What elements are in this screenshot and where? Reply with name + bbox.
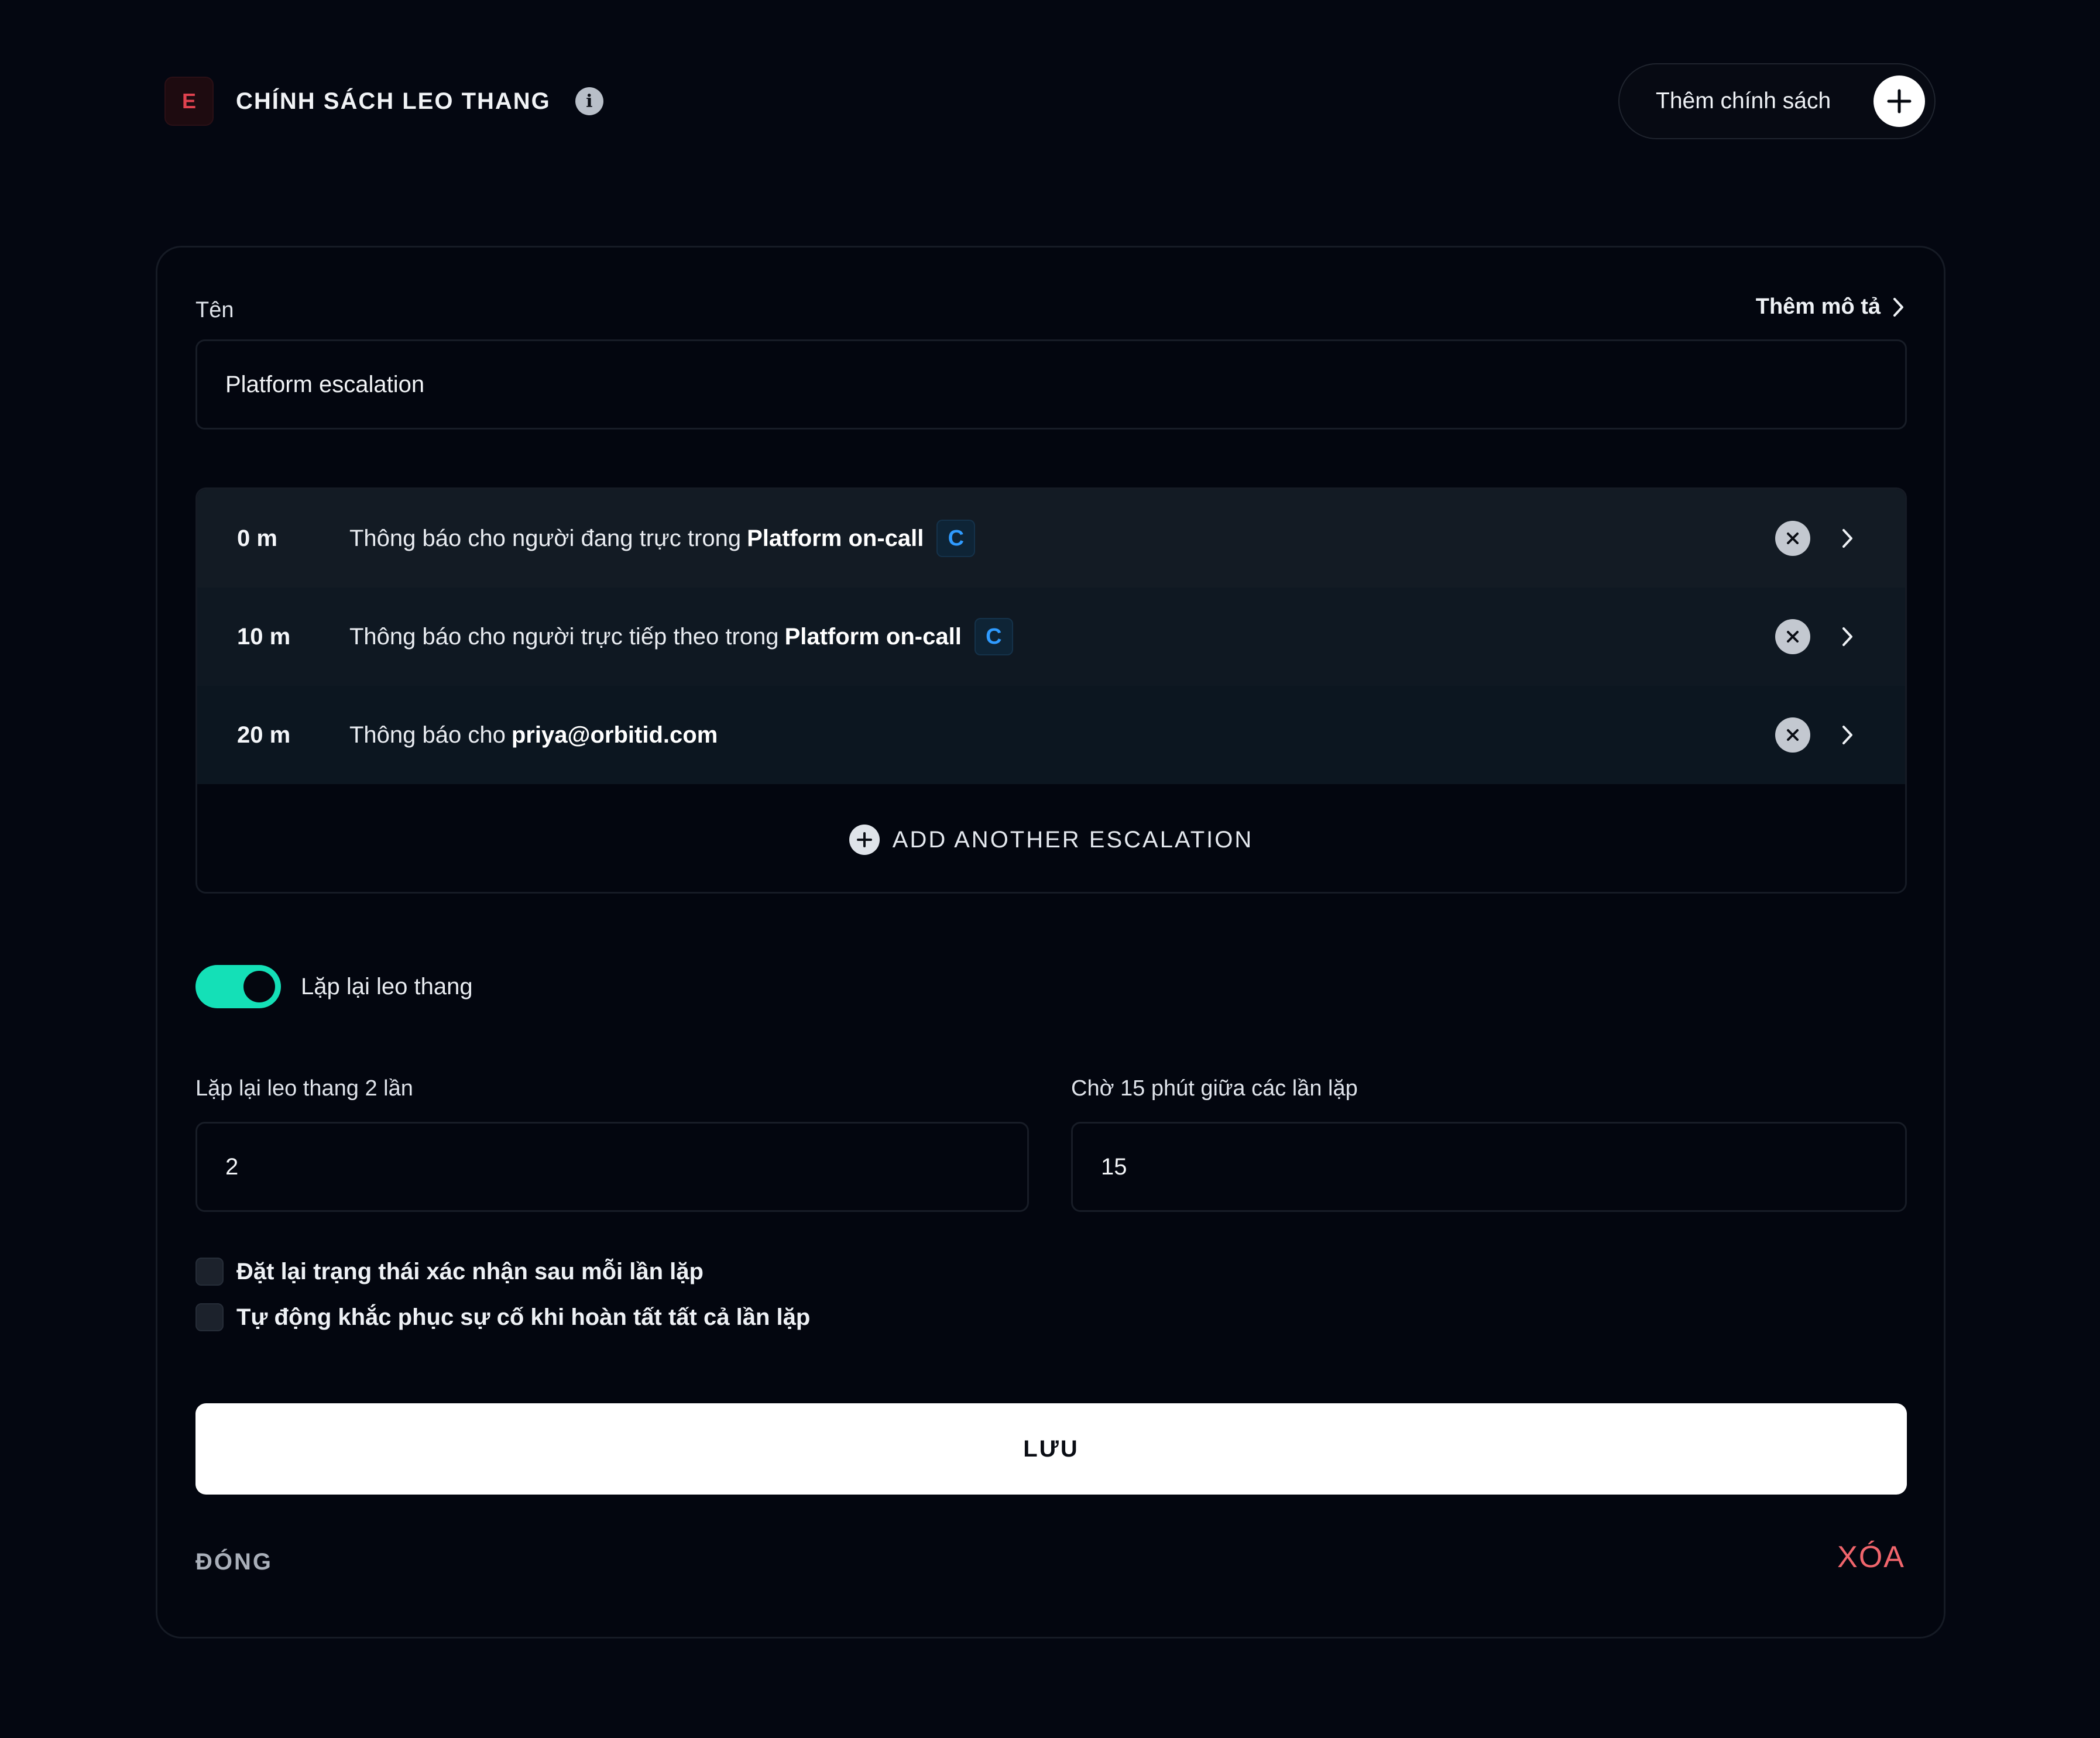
save-button[interactable]: LƯU: [195, 1403, 1907, 1495]
name-label: Tên: [195, 298, 234, 322]
escalation-step[interactable]: 0 m Thông báo cho người đang trực trong …: [197, 489, 1905, 588]
auto-resolve-label: Tự động khắc phục sự cố khi hoàn tất tất…: [236, 1304, 811, 1330]
close-circle-icon[interactable]: [1775, 717, 1810, 753]
app-logo: E: [164, 77, 214, 126]
escalation-action: Thông báo cho người trực tiếp theo trong: [349, 623, 779, 650]
repeat-toggle-row: Lặp lại leo thang: [195, 965, 473, 1008]
escalation-delay: 10 m: [237, 623, 291, 650]
page-title: CHÍNH SÁCH LEO THANG: [236, 88, 551, 114]
escalation-policy-page: E CHÍNH SÁCH LEO THANG i Thêm chính sách…: [0, 0, 2100, 1738]
escalation-step[interactable]: 10 m Thông báo cho người trực tiếp theo …: [197, 588, 1905, 686]
header-title-group: E CHÍNH SÁCH LEO THANG i: [164, 77, 603, 126]
repeat-toggle-label: Lặp lại leo thang: [301, 973, 473, 999]
plus-circle-icon: [849, 825, 880, 855]
reset-ack-option[interactable]: Đặt lại trạng thái xác nhận sau mỗi lần …: [195, 1258, 704, 1286]
add-escalation-label: ADD ANOTHER ESCALATION: [892, 826, 1254, 853]
plus-icon: [1873, 75, 1925, 127]
chevron-right-icon[interactable]: [1836, 619, 1859, 654]
escalation-target: Platform on-call: [747, 525, 924, 551]
escalation-description: Thông báo cho priya@orbitid.com: [349, 722, 718, 748]
auto-resolve-option[interactable]: Tự động khắc phục sự cố khi hoàn tất tất…: [195, 1303, 810, 1331]
toggle-knob: [243, 971, 275, 1002]
page-header: E CHÍNH SÁCH LEO THANG i Thêm chính sách: [164, 63, 1936, 139]
add-policy-button[interactable]: Thêm chính sách: [1618, 63, 1936, 139]
escalation-delay: 0 m: [237, 525, 277, 551]
escalation-list: 0 m Thông báo cho người đang trực trong …: [195, 487, 1907, 894]
close-button[interactable]: ĐÓNG: [195, 1549, 273, 1575]
schedule-badge: C: [974, 618, 1013, 655]
escalation-action: Thông báo cho: [349, 722, 506, 748]
reset-ack-label: Đặt lại trạng thái xác nhận sau mỗi lần …: [236, 1258, 704, 1284]
escalation-action: Thông báo cho người đang trực trong: [349, 525, 742, 551]
policy-name-input[interactable]: Platform escalation: [195, 339, 1907, 430]
repeat-count-input[interactable]: 2: [195, 1122, 1029, 1212]
auto-resolve-checkbox[interactable]: [195, 1303, 224, 1331]
schedule-badge: C: [936, 520, 976, 557]
chevron-right-icon[interactable]: [1836, 717, 1859, 753]
escalation-target: priya@orbitid.com: [511, 722, 718, 748]
close-circle-icon[interactable]: [1775, 619, 1810, 654]
wait-interval-label: Chờ 15 phút giữa các lần lặp: [1071, 1076, 1358, 1101]
reset-ack-checkbox[interactable]: [195, 1258, 224, 1286]
wait-interval-input[interactable]: 15: [1071, 1122, 1907, 1212]
delete-button[interactable]: XÓA: [1837, 1540, 1905, 1575]
chevron-right-icon[interactable]: [1836, 521, 1859, 556]
repeat-count-label: Lặp lại leo thang 2 lần: [195, 1076, 413, 1101]
chevron-right-icon: [1893, 297, 1903, 317]
info-icon[interactable]: i: [575, 87, 603, 115]
escalation-delay: 20 m: [237, 722, 291, 748]
add-description-link[interactable]: Thêm mô tả: [1756, 294, 1905, 320]
escalation-description: Thông báo cho người đang trực trong Plat…: [349, 520, 976, 557]
add-description-label: Thêm mô tả: [1755, 294, 1881, 319]
close-circle-icon[interactable]: [1775, 521, 1810, 556]
escalation-target: Platform on-call: [784, 623, 962, 650]
escalation-step[interactable]: 20 m Thông báo cho priya@orbitid.com: [197, 686, 1905, 784]
escalation-description: Thông báo cho người trực tiếp theo trong…: [349, 618, 1013, 655]
policy-editor-card: Tên Thêm mô tả Platform escalation 0 m T…: [156, 246, 1945, 1639]
add-policy-label: Thêm chính sách: [1656, 88, 1831, 114]
add-escalation-button[interactable]: ADD ANOTHER ESCALATION: [197, 784, 1905, 892]
repeat-escalation-toggle[interactable]: [195, 965, 281, 1008]
